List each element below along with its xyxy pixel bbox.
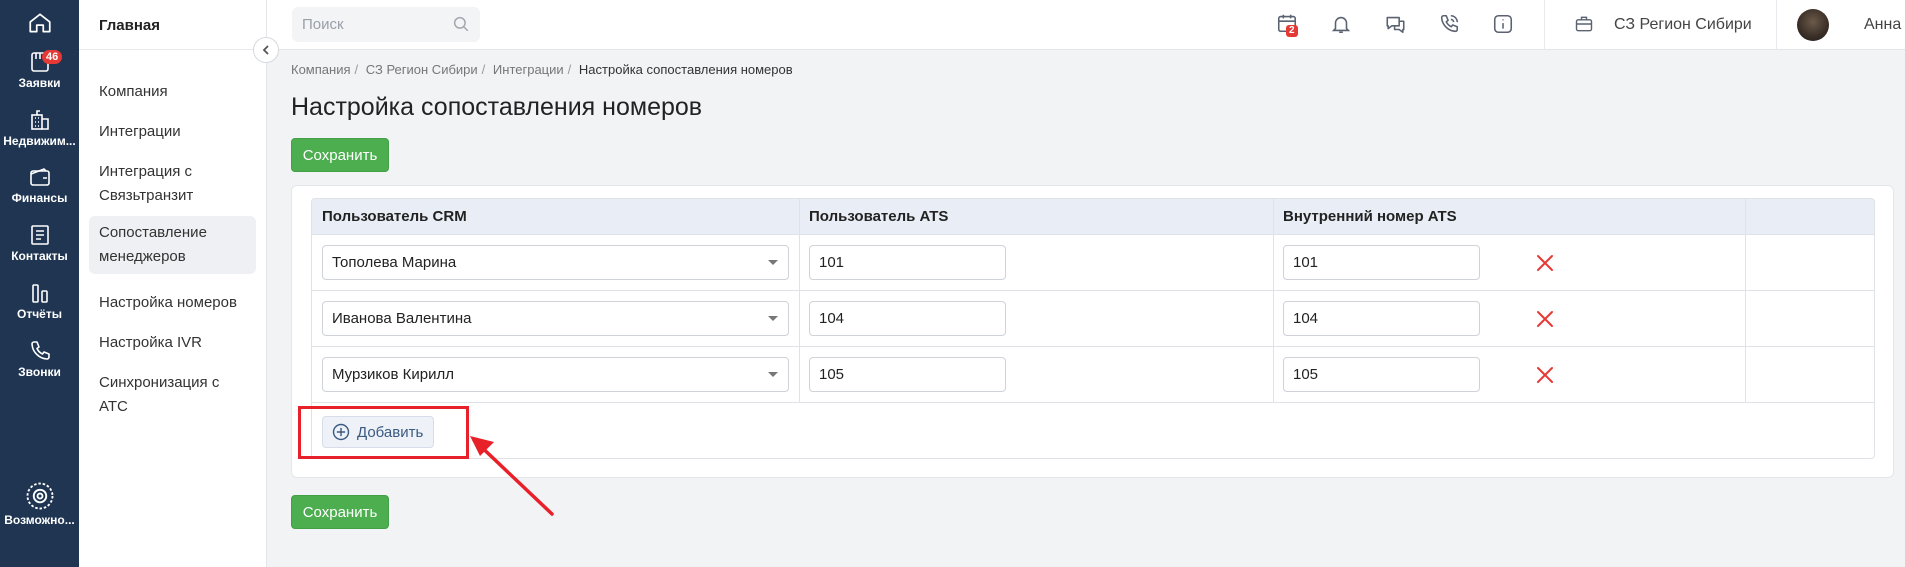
crm-user-select[interactable]: Иванова Валентина xyxy=(322,301,789,336)
topbar-divider xyxy=(1544,0,1545,50)
crm-user-select[interactable]: Тополева Марина xyxy=(322,245,789,280)
column-header-ats-extension: Внутренний номер ATS xyxy=(1283,208,1457,225)
table-row: Иванова Валентина xyxy=(312,291,1874,347)
table-header: Пользователь CRM Пользователь ATS Внутре… xyxy=(312,199,1874,235)
add-row-label: Добавить xyxy=(357,423,424,441)
building-icon xyxy=(30,110,49,130)
info-button[interactable] xyxy=(1492,13,1514,40)
gear-icon xyxy=(26,482,53,510)
calls-button[interactable] xyxy=(1438,13,1460,40)
ats-extension-input[interactable] xyxy=(1283,301,1480,336)
sidebar-item-manager-mapping[interactable]: Сопоставление менеджеров xyxy=(89,216,256,274)
ats-extension-input[interactable] xyxy=(1283,357,1480,392)
rail-item-reports[interactable]: Отчёты xyxy=(0,281,79,321)
sidebar-item-integrations[interactable]: Интеграции xyxy=(89,115,256,149)
mapping-table: Пользователь CRM Пользователь ATS Внутре… xyxy=(311,198,1875,459)
save-button-bottom[interactable]: Сохранить xyxy=(291,495,389,529)
breadcrumb-org[interactable]: СЗ Регион Сибири xyxy=(366,62,478,77)
crm-user-value: Мурзиков Кирилл xyxy=(332,366,454,383)
table-row: Мурзиков Кирилл xyxy=(312,347,1874,403)
rail-label-contacts: Контакты xyxy=(11,249,68,263)
crm-user-select[interactable]: Мурзиков Кирилл xyxy=(322,357,789,392)
rail-item-features[interactable]: Возможно... xyxy=(0,481,79,527)
breadcrumb-company[interactable]: Компания xyxy=(291,62,351,77)
company-name[interactable]: СЗ Регион Сибири xyxy=(1614,16,1752,34)
topbar-divider-2 xyxy=(1776,0,1777,50)
ats-extension-input[interactable] xyxy=(1283,245,1480,280)
chevron-down-icon xyxy=(768,372,778,377)
delete-row-icon[interactable] xyxy=(1535,309,1555,329)
chat-icon xyxy=(1386,16,1405,34)
calendar-button[interactable]: 2 xyxy=(1276,12,1298,39)
user-name[interactable]: Анна Е. xyxy=(1864,16,1905,34)
rail-item-contacts[interactable]: Контакты xyxy=(0,223,79,263)
ats-user-input[interactable] xyxy=(809,245,1006,280)
sidebar-item-ivr-settings[interactable]: Настройка IVR xyxy=(89,326,256,360)
chevron-left-icon xyxy=(262,45,269,55)
phone-call-icon xyxy=(1440,14,1459,33)
breadcrumb: Компания / СЗ Регион Сибири / Интеграции / … xyxy=(291,62,793,77)
ats-user-input[interactable] xyxy=(809,357,1006,392)
home-icon xyxy=(28,13,51,33)
rail-label-reports: Отчёты xyxy=(17,307,62,321)
briefcase-icon xyxy=(1575,16,1593,32)
delete-row-icon[interactable] xyxy=(1535,253,1555,273)
avatar[interactable] xyxy=(1797,9,1829,41)
rail-label-realty: Недвижим... xyxy=(3,134,76,148)
breadcrumb-integrations[interactable]: Интеграции xyxy=(493,62,564,77)
table-row: Тополева Марина xyxy=(312,235,1874,291)
search-box xyxy=(292,7,480,42)
breadcrumb-current: Настройка сопоставления номеров xyxy=(578,62,793,77)
calendar-badge: 2 xyxy=(1286,25,1298,37)
delete-row-icon[interactable] xyxy=(1535,365,1555,385)
rail-item-realty[interactable]: Недвижим... xyxy=(0,108,79,148)
rail-label-features: Возможно... xyxy=(4,513,75,527)
notifications-button[interactable] xyxy=(1330,13,1352,40)
wallet-icon xyxy=(29,168,50,186)
info-icon xyxy=(1493,14,1513,34)
save-button-top[interactable]: Сохранить xyxy=(291,138,389,172)
column-header-ats-user: Пользователь ATS xyxy=(809,208,949,225)
settings-sidebar: Главная Компания Интеграции Интеграция с… xyxy=(79,0,267,567)
sidebar-item-svyaztranzit[interactable]: Интеграция с Связьтранзит xyxy=(89,155,256,213)
rail-label-calls: Звонки xyxy=(18,365,61,379)
contacts-icon xyxy=(30,225,49,245)
search-icon xyxy=(453,16,469,32)
mapping-card: Пользователь CRM Пользователь ATS Внутре… xyxy=(291,185,1894,478)
rail-item-home[interactable] xyxy=(0,10,79,36)
company-switcher[interactable] xyxy=(1574,14,1594,39)
sidebar-collapse-button[interactable] xyxy=(253,37,279,63)
rail-item-requests[interactable]: 46 Заявки xyxy=(0,50,79,90)
sidebar-title: Главная xyxy=(99,17,161,34)
sidebar-divider xyxy=(79,49,267,50)
main-nav-rail: 46 Заявки Недвижим... Финансы Контакты О… xyxy=(0,0,79,567)
chevron-down-icon xyxy=(768,260,778,265)
rail-label-finance: Финансы xyxy=(11,191,68,205)
sidebar-item-company[interactable]: Компания xyxy=(89,75,256,109)
rail-item-finance[interactable]: Финансы xyxy=(0,165,79,205)
reports-icon xyxy=(31,284,48,303)
requests-count-badge: 46 xyxy=(42,50,63,64)
plus-circle-icon xyxy=(332,423,350,441)
search-input[interactable] xyxy=(302,7,442,42)
page-title: Настройка сопоставления номеров xyxy=(291,93,703,121)
sidebar-item-number-settings[interactable]: Настройка номеров xyxy=(89,286,256,320)
sidebar-item-ats-sync[interactable]: Синхронизация с АТС xyxy=(89,366,256,424)
crm-user-value: Тополева Марина xyxy=(332,254,457,271)
column-header-actions xyxy=(1745,199,1755,235)
rail-item-calls[interactable]: Звонки xyxy=(0,339,79,379)
bell-icon xyxy=(1331,16,1351,34)
phone-icon xyxy=(30,341,50,360)
crm-user-value: Иванова Валентина xyxy=(332,310,472,327)
top-bar: 2 СЗ Регион Сибири Анна Е. xyxy=(267,0,1905,50)
column-header-crm-user: Пользователь CRM xyxy=(322,208,467,225)
ats-user-input[interactable] xyxy=(809,301,1006,336)
chat-button[interactable] xyxy=(1384,13,1407,40)
add-row-button[interactable]: Добавить xyxy=(322,416,435,448)
rail-label-requests: Заявки xyxy=(18,76,61,90)
chevron-down-icon xyxy=(768,316,778,321)
